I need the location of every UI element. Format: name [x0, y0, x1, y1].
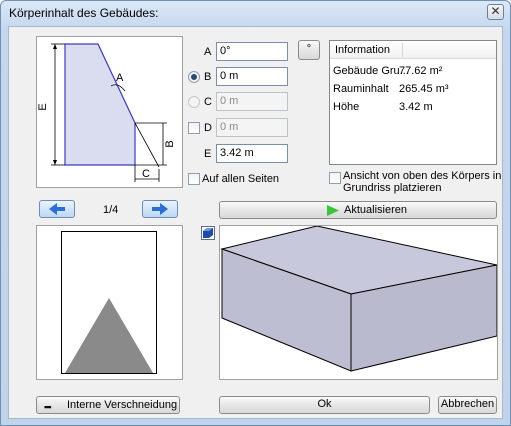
- cube-icon: [203, 228, 213, 238]
- 3d-preview: [219, 225, 498, 380]
- param-b-radio[interactable]: [188, 71, 200, 83]
- degree-button[interactable]: °: [298, 40, 320, 60]
- sketch-label-c: C: [142, 168, 150, 180]
- degree-label: °: [306, 43, 312, 55]
- dots-icon: ▪▪▪: [44, 402, 52, 412]
- ok-label: Ok: [317, 398, 332, 410]
- section-sketch: E A B C: [36, 36, 183, 188]
- close-icon: ✕: [490, 4, 501, 18]
- view-cube-button[interactable]: [201, 226, 215, 240]
- close-button[interactable]: ✕: [487, 4, 504, 20]
- sketch-label-b: B: [164, 140, 176, 147]
- dialog-window: Körperinhalt des Gebäudes: ✕ E A B C A 0…: [0, 0, 511, 426]
- info-row-1-value: 77.62 m²: [399, 65, 443, 77]
- intern-button[interactable]: ▪▪▪ Interne Verschneidung: [36, 396, 180, 414]
- param-c-radio[interactable]: [188, 96, 200, 108]
- info-row-3-value: 3.42 m: [399, 101, 433, 113]
- previous-button[interactable]: [39, 200, 75, 218]
- info-row-2-value: 265.45 m³: [399, 83, 449, 95]
- param-e-input[interactable]: 3.42 m: [216, 144, 288, 163]
- param-a-input[interactable]: 0°: [216, 42, 288, 61]
- dialog-client: E A B C A 0° ° B 0 m C 0 m D 0 m E 3.42 …: [8, 26, 503, 419]
- param-c-input[interactable]: 0 m: [216, 92, 288, 111]
- intern-label: Interne Verschneidung: [67, 399, 178, 411]
- top-view-label: Ansicht von oben des Körpers in Grundris…: [343, 170, 502, 194]
- param-c-label: C: [204, 96, 212, 108]
- profile-shape: [65, 298, 153, 373]
- window-title: Körperinhalt des Gebäudes:: [9, 6, 159, 20]
- ok-button[interactable]: Ok: [219, 396, 430, 414]
- info-row-3-key: Höhe: [333, 101, 360, 113]
- info-panel: Information Gebäude Gru... 77.62 m² Raum…: [329, 40, 497, 165]
- play-icon: [327, 205, 339, 216]
- sketch-label-e: E: [37, 103, 49, 110]
- cancel-label: Abbrechen: [440, 398, 495, 410]
- all-sides-checkbox[interactable]: [188, 173, 200, 185]
- arrow-left-icon: [49, 203, 65, 215]
- param-b-label: B: [204, 71, 212, 83]
- arrow-right-icon: [152, 203, 168, 215]
- update-label: Aktualisieren: [344, 204, 407, 216]
- info-row-1-key: Gebäude Gru...: [333, 65, 409, 77]
- next-button[interactable]: [142, 200, 178, 218]
- top-view-checkbox[interactable]: [329, 172, 341, 184]
- profile-preview: [36, 225, 183, 380]
- update-button[interactable]: Aktualisieren: [219, 201, 497, 219]
- info-header: Information: [330, 41, 496, 59]
- param-d-label: D: [204, 122, 212, 134]
- param-d-input[interactable]: 0 m: [216, 118, 288, 137]
- all-sides-label: Auf allen Seiten: [202, 173, 280, 185]
- 3d-model: [220, 226, 497, 372]
- info-header-label: Information: [335, 44, 391, 56]
- param-a-label: A: [204, 46, 212, 58]
- profile-frame: [61, 231, 157, 374]
- cancel-button[interactable]: Abbrechen: [438, 396, 497, 414]
- info-row-2-key: Rauminhalt: [333, 83, 389, 95]
- section-diagram: E A B C: [37, 43, 176, 182]
- param-d-checkbox[interactable]: [188, 122, 200, 134]
- title-bar[interactable]: Körperinhalt des Gebäudes: ✕: [1, 1, 510, 25]
- param-e-label: E: [204, 148, 212, 160]
- info-header-divider: [402, 43, 403, 57]
- page-indicator: 1/4: [103, 204, 119, 216]
- param-b-input[interactable]: 0 m: [216, 67, 288, 86]
- sketch-label-a: A: [116, 72, 124, 84]
